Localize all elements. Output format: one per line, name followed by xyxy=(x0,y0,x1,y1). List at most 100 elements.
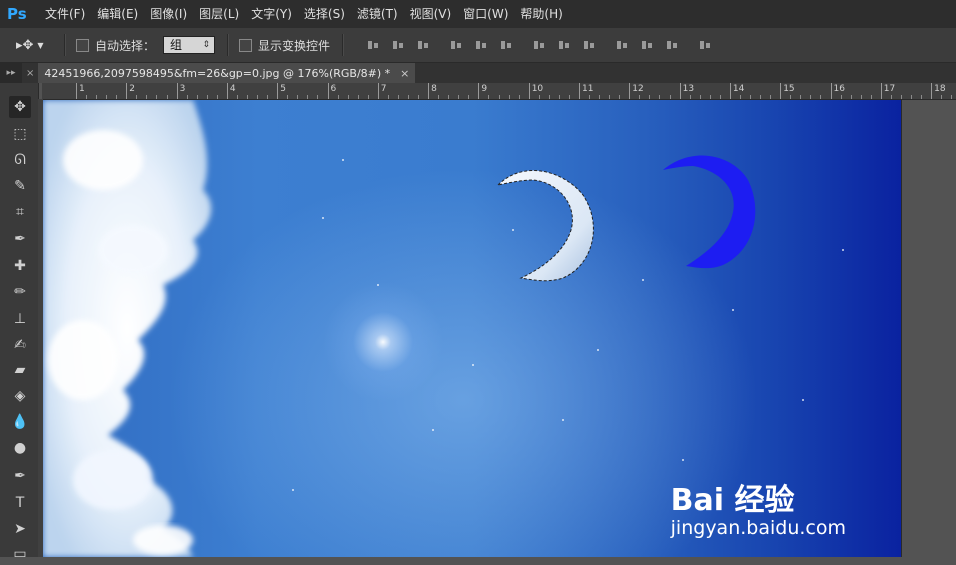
ruler-minor-tick xyxy=(548,95,550,99)
ruler-minor-tick xyxy=(659,95,661,99)
menu-file[interactable]: 文件(F) xyxy=(45,0,85,28)
history-brush-tool-icon[interactable]: ✍ xyxy=(9,334,31,356)
baidu-watermark: Bai 经验 jingyan.baidu.com xyxy=(671,475,846,539)
watermark-main: Bai 经验 xyxy=(670,483,795,518)
ruler-minor-tick xyxy=(458,95,460,99)
pen-tool-icon[interactable]: ✒ xyxy=(9,465,31,487)
ruler-minor-tick xyxy=(206,95,208,99)
paint-bucket-tool-icon[interactable]: ◈ xyxy=(9,385,31,407)
close-panel-icon[interactable]: × xyxy=(26,68,34,79)
ruler-minor-tick xyxy=(448,95,450,99)
ruler-minor-tick xyxy=(186,95,188,99)
menu-filter[interactable]: 滤镜(T) xyxy=(357,0,398,28)
align-top-icon[interactable] xyxy=(366,38,380,52)
auto-select-value: 组 xyxy=(170,38,183,52)
ruler-tick xyxy=(931,83,933,99)
ruler-minor-tick xyxy=(820,95,822,99)
ruler-minor-tick xyxy=(518,95,520,99)
distribute-bottom-icon[interactable] xyxy=(582,38,596,52)
ruler-minor-tick xyxy=(709,95,711,99)
ruler-tick xyxy=(880,83,882,99)
ruler-minor-tick xyxy=(367,95,369,99)
ruler-minor-tick xyxy=(106,95,108,99)
ruler-minor-tick xyxy=(800,95,802,99)
ruler-minor-tick xyxy=(267,95,269,99)
close-tab-icon[interactable]: × xyxy=(400,67,409,80)
auto-select-dropdown[interactable]: 组 ⇕ xyxy=(163,36,216,54)
shape-tool-icon[interactable]: ▭ xyxy=(9,543,31,565)
horizontal-ruler: 1 2 3 4 5 6 7 8 9 10 11 12 13 14 15 16 17 18 xyxy=(42,83,956,100)
ruler-minor-tick xyxy=(387,95,389,99)
align-left-icon[interactable] xyxy=(449,38,463,52)
ruler-tick xyxy=(327,83,329,99)
ruler-label: 6 xyxy=(330,84,337,94)
move-tool-icon[interactable]: ✥ xyxy=(9,96,31,118)
ruler-minor-tick xyxy=(568,95,570,99)
distribute-vcenter-icon[interactable] xyxy=(557,38,571,52)
ruler-minor-tick xyxy=(860,95,862,99)
ruler-label: 16 xyxy=(833,84,845,94)
quick-select-tool-icon[interactable]: ✎ xyxy=(9,175,31,197)
ruler-tick xyxy=(226,83,228,99)
auto-select-checkbox[interactable] xyxy=(76,38,89,52)
ruler-minor-tick xyxy=(508,95,510,99)
ruler-tick xyxy=(176,83,178,99)
ruler-minor-tick xyxy=(216,95,218,99)
show-transform-checkbox[interactable] xyxy=(239,38,253,52)
watermark-sub: jingyan.baidu.com xyxy=(670,517,846,539)
dodge-tool-icon[interactable]: ● xyxy=(9,437,31,459)
align-bottom-icon[interactable] xyxy=(416,38,430,52)
ruler-minor-tick xyxy=(910,95,912,99)
menu-type[interactable]: 文字(Y) xyxy=(251,0,292,28)
menu-layer[interactable]: 图层(L) xyxy=(199,0,239,28)
distribute-left-icon[interactable] xyxy=(615,38,629,52)
distribute-hcenter-icon[interactable] xyxy=(640,38,654,52)
document-tab[interactable]: 42451966,2097598495&fm=26&gp=0.jpg @ 176… xyxy=(38,63,416,83)
align-hcenter-icon[interactable] xyxy=(474,38,488,52)
type-tool-icon[interactable]: T xyxy=(9,492,31,514)
ruler-minor-tick xyxy=(770,95,772,99)
crop-tool-icon[interactable]: ⌗ xyxy=(9,201,31,223)
eraser-tool-icon[interactable]: ▰ xyxy=(9,359,31,381)
ruler-minor-tick xyxy=(357,95,359,99)
ruler-minor-tick xyxy=(146,95,148,99)
ruler-minor-tick xyxy=(407,95,409,99)
menu-window[interactable]: 窗口(W) xyxy=(463,0,508,28)
ruler-minor-tick xyxy=(558,95,560,99)
ruler-minor-tick xyxy=(347,95,349,99)
align-vcenter-icon[interactable] xyxy=(391,38,405,52)
lasso-tool-icon[interactable]: ᘏ xyxy=(9,149,31,171)
ruler-label: 12 xyxy=(632,84,644,94)
marquee-tool-icon[interactable]: ⬚ xyxy=(9,123,31,145)
menu-edit[interactable]: 编辑(E) xyxy=(97,0,138,28)
distribute-right-icon[interactable] xyxy=(665,38,679,52)
eyedropper-tool-icon[interactable]: ✒ xyxy=(9,228,31,250)
ruler-tick xyxy=(679,83,681,99)
ruler-minor-tick xyxy=(337,95,339,99)
menu-select[interactable]: 选择(S) xyxy=(304,0,345,28)
document-canvas[interactable]: Bai 经验 jingyan.baidu.com xyxy=(43,100,901,557)
healing-brush-tool-icon[interactable]: ✚ xyxy=(9,255,31,277)
blur-tool-icon[interactable]: 💧 xyxy=(9,411,31,433)
ruler-minor-tick xyxy=(236,95,238,99)
ruler-minor-tick xyxy=(166,95,168,99)
align-right-icon[interactable] xyxy=(499,38,513,52)
menu-image[interactable]: 图像(I) xyxy=(150,0,187,28)
panel-collapse-icon[interactable]: ▸▸ xyxy=(0,63,22,83)
ruler-minor-tick xyxy=(287,95,289,99)
path-selection-tool-icon[interactable]: ➤ xyxy=(9,518,31,540)
ruler-tick xyxy=(830,83,832,99)
brush-tool-icon[interactable]: ✏ xyxy=(9,281,31,303)
distribute-top-icon[interactable] xyxy=(532,38,546,52)
ruler-minor-tick xyxy=(870,95,872,99)
auto-align-layers-icon[interactable] xyxy=(698,38,712,52)
clone-stamp-tool-icon[interactable]: ⊥ xyxy=(9,308,31,330)
document-tab-bar: ▸▸ × 42451966,2097598495&fm=26&gp=0.jpg … xyxy=(0,63,956,83)
auto-select-label: 自动选择： xyxy=(95,38,156,53)
ruler-minor-tick xyxy=(538,95,540,99)
menu-view[interactable]: 视图(V) xyxy=(410,0,452,28)
ruler-label: 13 xyxy=(682,84,695,94)
tool-preset-picker[interactable]: ▸✥ ▼ xyxy=(16,34,60,56)
ruler-minor-tick xyxy=(468,95,470,99)
menu-help[interactable]: 帮助(H) xyxy=(520,0,562,28)
